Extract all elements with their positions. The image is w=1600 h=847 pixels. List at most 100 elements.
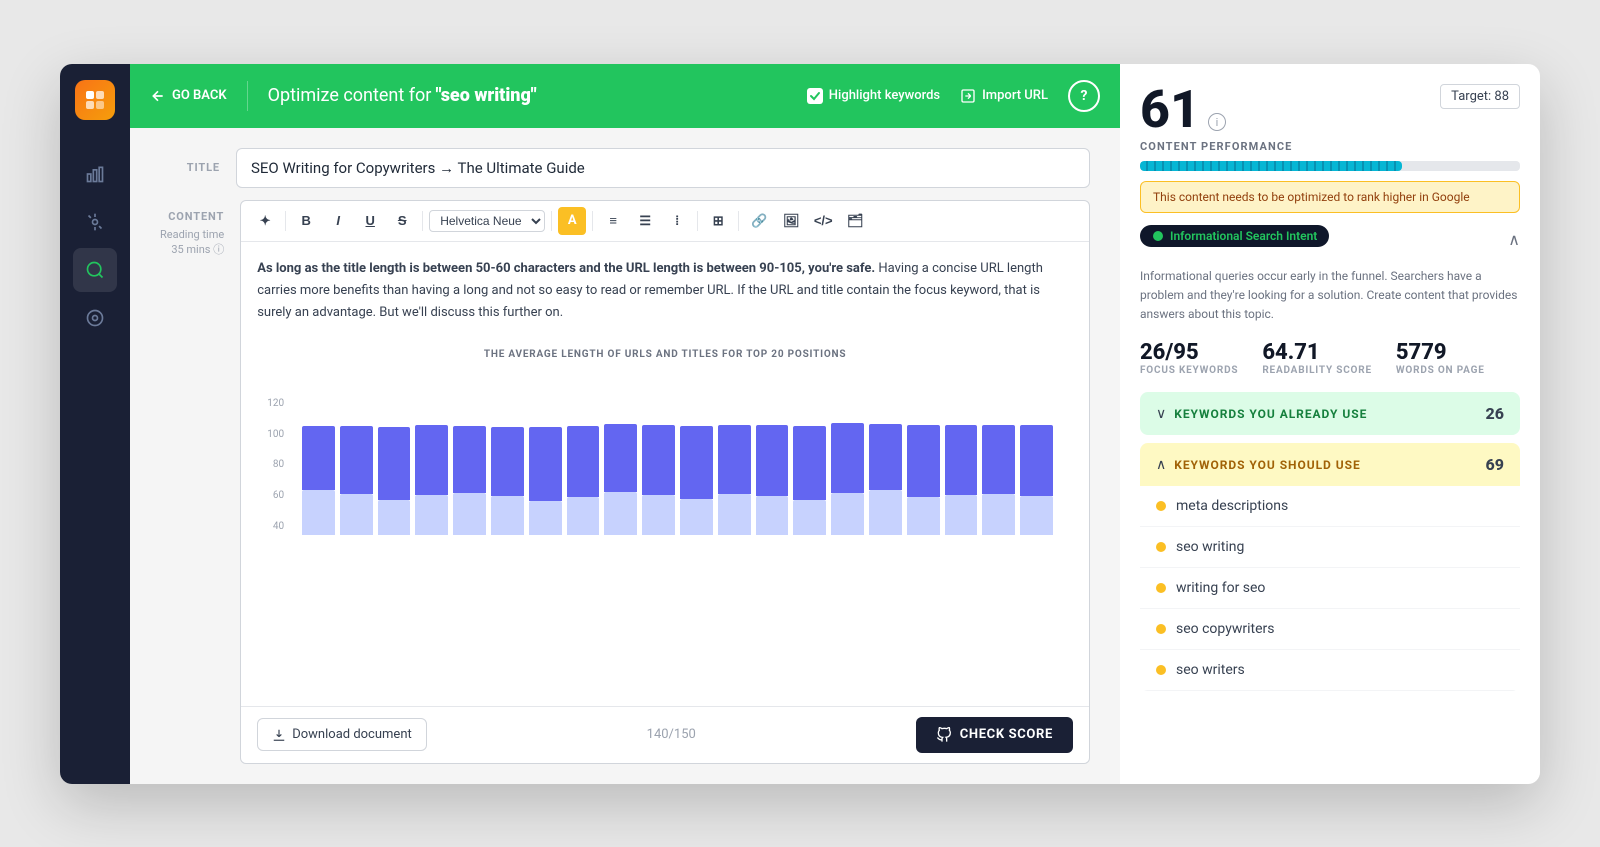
title-input[interactable]	[236, 148, 1090, 188]
bar-dark	[415, 425, 448, 495]
metric-words: 5779 WORDS ON PAGE	[1396, 340, 1485, 376]
bar-dark	[1020, 425, 1053, 496]
focus-keywords-label: FOCUS KEYWORDS	[1140, 365, 1238, 376]
bar-dark	[718, 425, 751, 494]
toolbar-magic-button[interactable]: ✦	[251, 207, 279, 235]
bar-light	[604, 492, 637, 535]
toolbar-strike-button[interactable]: S	[388, 207, 416, 235]
keyword-item[interactable]: meta descriptions	[1140, 486, 1520, 527]
keyword-text: writing for seo	[1176, 580, 1265, 596]
title-label: TITLE	[160, 161, 220, 174]
font-select[interactable]: Helvetica Neue	[429, 210, 545, 232]
bar-light	[302, 490, 335, 534]
toolbar-link-button[interactable]: 🔗	[745, 207, 773, 235]
performance-bar	[1140, 161, 1520, 171]
toolbar-separator-5	[697, 211, 698, 231]
bar-light	[642, 495, 675, 535]
sidebar-item-settings[interactable]	[73, 296, 117, 340]
toolbar-underline-button[interactable]: U	[356, 207, 384, 235]
intent-expand-icon[interactable]: ∧	[1508, 230, 1520, 249]
bar-group	[680, 395, 713, 535]
reading-time: Reading time 35 mins ⓘ	[160, 227, 224, 258]
toolbar-bold-button[interactable]: B	[292, 207, 320, 235]
right-panel: 61 i Target: 88 CONTENT PERFORMANCE This…	[1120, 64, 1540, 784]
top-bar-divider	[247, 81, 248, 111]
bar-dark	[453, 426, 486, 493]
bar-group	[945, 395, 978, 535]
check-score-button[interactable]: CHECK SCORE	[916, 717, 1073, 753]
bar-light	[982, 494, 1015, 535]
content-performance-label: CONTENT PERFORMANCE	[1140, 140, 1520, 153]
bar-chart	[292, 375, 1063, 535]
bar-dark	[793, 426, 826, 500]
sidebar-item-seo[interactable]	[73, 248, 117, 292]
bar-light	[680, 499, 713, 535]
sidebar-item-connections[interactable]	[73, 200, 117, 244]
top-bar-actions: Highlight keywords Import URL ?	[807, 80, 1100, 112]
help-button[interactable]: ?	[1068, 80, 1100, 112]
intent-badge[interactable]: Informational Search Intent	[1140, 225, 1329, 247]
toolbar-code-button[interactable]: </>	[809, 207, 837, 235]
editor-content: TITLE CONTENT Reading time 35 mins ⓘ ✦	[130, 128, 1120, 784]
toolbar-highlight-button[interactable]: A	[558, 207, 586, 235]
bar-group	[604, 395, 637, 535]
content-label: CONTENT	[164, 210, 224, 223]
keywords-already-use-count: 26	[1486, 404, 1504, 423]
sidebar-item-analytics[interactable]	[73, 152, 117, 196]
toolbar-list-unordered-button[interactable]: ≡	[599, 207, 627, 235]
bar-group	[453, 395, 486, 535]
warning-banner: This content needs to be optimized to ra…	[1140, 181, 1520, 213]
bar-group	[869, 395, 902, 535]
score-header: 61 i Target: 88	[1140, 84, 1520, 136]
bar-dark	[756, 425, 789, 496]
highlight-keywords-toggle[interactable]: Highlight keywords	[807, 88, 940, 104]
bar-light	[831, 493, 864, 535]
bar-group	[793, 395, 826, 535]
keywords-should-use-icon: ∧	[1156, 457, 1166, 473]
import-url-button[interactable]: Import URL	[960, 88, 1048, 104]
keyword-item[interactable]: seo writers	[1140, 650, 1520, 691]
keyword-dot	[1156, 501, 1166, 511]
bar-group	[340, 395, 373, 535]
keywords-should-use-count: 69	[1486, 455, 1504, 474]
toolbar-image-button[interactable]: 🖼	[777, 207, 805, 235]
bar-group	[756, 395, 789, 535]
go-back-button[interactable]: GO BACK	[150, 88, 227, 104]
intent-row: Informational Search Intent ∧	[1140, 225, 1520, 255]
keyword-dot	[1156, 665, 1166, 675]
score-info-icon[interactable]: i	[1208, 113, 1226, 131]
keywords-list: meta descriptions seo writing writing for …	[1140, 486, 1520, 691]
bar-dark	[982, 425, 1015, 494]
bar-light	[793, 500, 826, 535]
readability-label: READABILITY SCORE	[1262, 365, 1372, 376]
metrics-row: 26/95 FOCUS KEYWORDS 64.71 READABILITY S…	[1140, 340, 1520, 376]
keyword-text: meta descriptions	[1176, 498, 1288, 514]
toolbar-table-button[interactable]: ⊞	[704, 207, 732, 235]
bar-dark	[642, 425, 675, 495]
words-label: WORDS ON PAGE	[1396, 365, 1485, 376]
toolbar-separator-4	[592, 211, 593, 231]
download-document-button[interactable]: Download document	[257, 718, 427, 751]
readability-value: 64.71	[1262, 340, 1372, 365]
keywords-already-use-header[interactable]: ∨ KEYWORDS YOU ALREADY USE 26	[1140, 392, 1520, 435]
toolbar-italic-button[interactable]: I	[324, 207, 352, 235]
main-area: GO BACK Optimize content for "seo writin…	[130, 64, 1120, 784]
bar-light	[1020, 496, 1053, 535]
bar-group	[378, 395, 411, 535]
bar-light	[756, 496, 789, 535]
keywords-should-use-header[interactable]: ∧ KEYWORDS YOU SHOULD USE 69	[1140, 443, 1520, 486]
app-logo[interactable]	[75, 80, 115, 120]
editor-body[interactable]: As long as the title length is between 5…	[241, 242, 1089, 706]
word-count: 140/150	[647, 727, 696, 742]
keyword-item[interactable]: seo copywriters	[1140, 609, 1520, 650]
keyword-item[interactable]: writing for seo	[1140, 568, 1520, 609]
toolbar-more-button[interactable]: 🗂	[841, 207, 869, 235]
keyword-text: seo writers	[1176, 662, 1245, 678]
toolbar-list-ordered-button[interactable]: ☰	[631, 207, 659, 235]
toolbar-separator-3	[551, 211, 552, 231]
bar-dark	[567, 426, 600, 497]
bar-group	[415, 395, 448, 535]
editor-footer: Download document 140/150 CHECK SCORE	[241, 706, 1089, 763]
keyword-item[interactable]: seo writing	[1140, 527, 1520, 568]
toolbar-align-button[interactable]: ⁞	[663, 207, 691, 235]
